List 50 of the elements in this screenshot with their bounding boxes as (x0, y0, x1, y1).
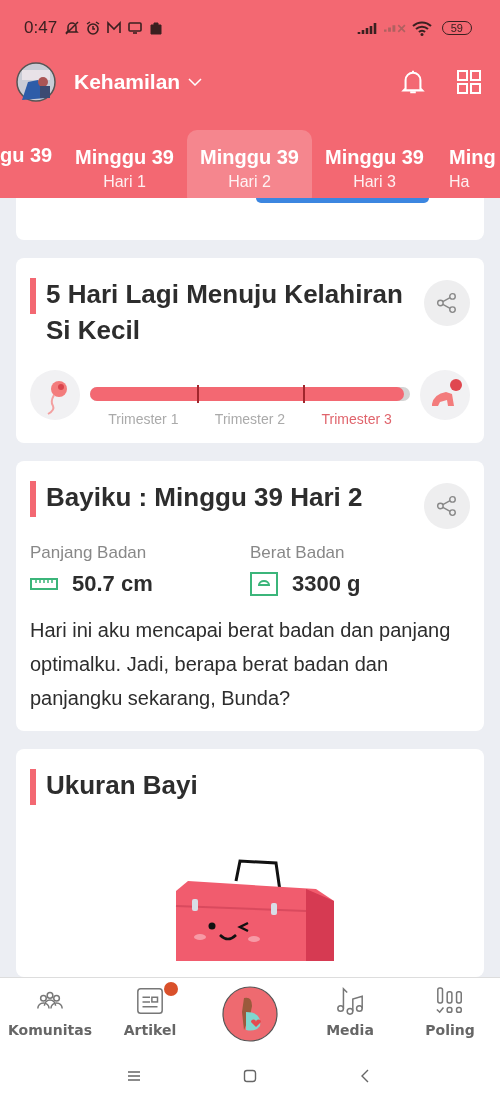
day-tab[interactable]: Minggu 39 Hari 1 (62, 130, 187, 198)
title-accent-bar (30, 278, 36, 314)
nav-item[interactable]: Komunitas (8, 978, 92, 1038)
ruler-icon (30, 577, 58, 591)
title-accent-bar (30, 481, 36, 517)
tv-icon (127, 20, 144, 36)
notification-bell-icon[interactable] (400, 69, 426, 95)
card-title: Bayiku : Minggu 39 Hari 2 (46, 481, 364, 514)
share-icon (436, 292, 458, 314)
profile-dropdown[interactable]: Kehamilan (74, 70, 203, 94)
wifi-icon (410, 20, 433, 36)
day-tab[interactable]: Minggu 39 Hari 3 (312, 130, 437, 198)
trimester-label: Trimester 3 (320, 411, 393, 427)
status-time: 0:47 (24, 18, 58, 38)
trimester-label: Trimester 1 (107, 411, 180, 427)
stat-label: Berat Badan (250, 543, 346, 563)
day-tab[interactable]: Ming Ha (437, 130, 500, 198)
stat-value: 3300 g (292, 571, 361, 597)
trimester-label: Trimester 2 (213, 411, 287, 427)
scale-icon (250, 572, 278, 596)
stat-value: 50.7 cm (72, 571, 153, 597)
home-icon[interactable] (242, 1068, 258, 1084)
stat-label: Panjang Badan (30, 543, 148, 563)
menu-icon[interactable] (126, 1068, 142, 1084)
article-icon (135, 986, 165, 1016)
pregnancy-button[interactable] (222, 986, 278, 1042)
description-text: Hari ini aku mencapai berat badan dan panjang optimalku. Jadi, berapa berat badan dan panjangku sekarang, Bunda? (30, 618, 452, 711)
nav-item[interactable]: Poling (425, 978, 475, 1038)
poll-icon (435, 986, 465, 1016)
grid-menu-icon[interactable] (456, 69, 482, 95)
chevron-down-icon (188, 78, 203, 86)
card-title: Ukuran Bayi (46, 769, 199, 802)
nav-item[interactable]: Artikel (123, 978, 177, 1038)
sperm-icon (30, 370, 80, 420)
crawling-baby-icon (420, 370, 470, 420)
music-note-icon (335, 986, 365, 1016)
muted-bell-icon (64, 20, 81, 36)
share-button[interactable] (424, 483, 470, 529)
day-tab[interactable]: gu 39 (0, 130, 62, 198)
card-title: 5 Hari Lagi Menuju Kelahiran Si Kecil (46, 278, 404, 347)
nav-item[interactable]: Media (326, 978, 374, 1038)
pregnant-woman-icon (222, 986, 278, 1042)
share-button[interactable] (424, 280, 470, 326)
mail-icon (106, 20, 123, 36)
signal-icon (356, 20, 379, 36)
share-icon (436, 495, 458, 517)
alarm-icon (85, 20, 102, 36)
shopping-bag-icon (148, 20, 165, 36)
title-accent-bar (30, 769, 36, 805)
no-signal-icon (383, 23, 406, 33)
